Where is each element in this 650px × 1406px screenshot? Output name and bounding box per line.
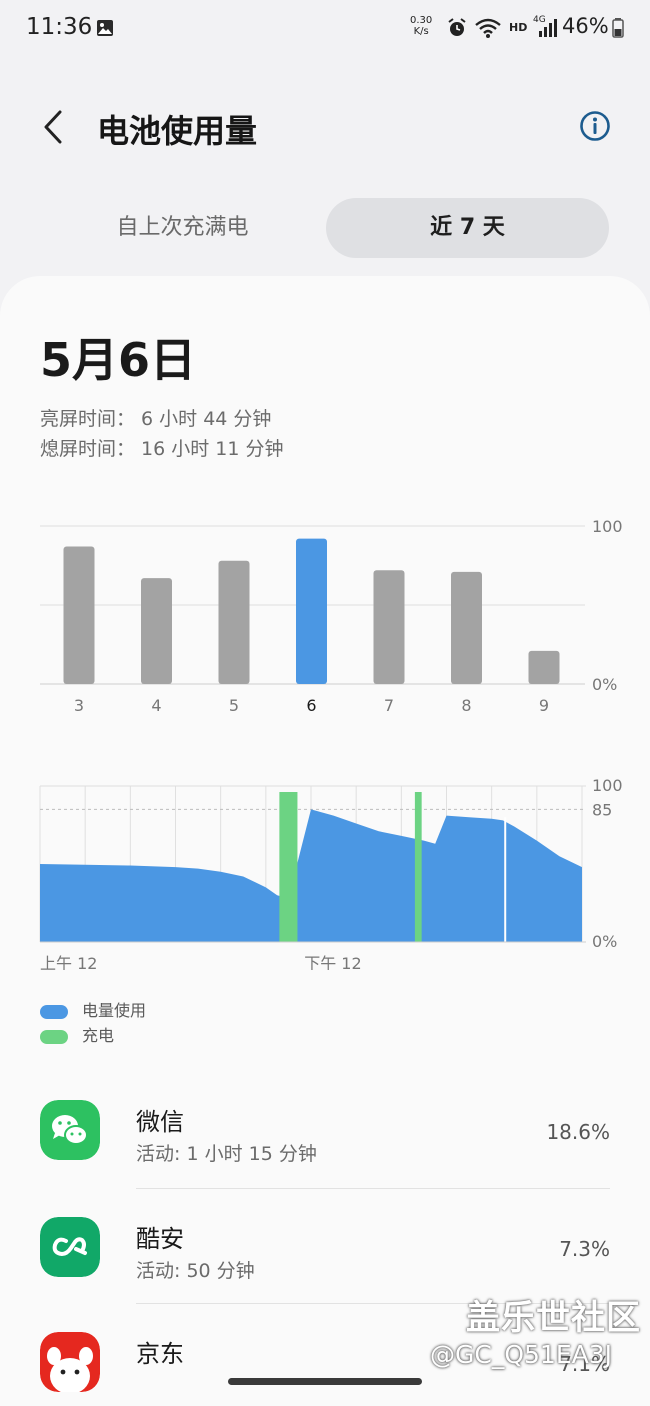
x-tick-label[interactable]: 9 bbox=[539, 696, 549, 715]
coolapk-icon bbox=[40, 1217, 100, 1277]
y-tick-label: 0% bbox=[592, 932, 617, 951]
tab-last-7-days[interactable]: 近 7 天 bbox=[326, 198, 609, 258]
x-tick-label[interactable]: 6 bbox=[306, 696, 316, 715]
app-name: 京东 bbox=[136, 1340, 184, 1368]
app-active-time: 活动: 1 小时 15 分钟 bbox=[136, 1143, 317, 1165]
x-tick-label[interactable]: 4 bbox=[151, 696, 161, 715]
legend-usage: 电量使用 bbox=[40, 997, 147, 1020]
bar-day-8 bbox=[451, 571, 482, 684]
jd-icon bbox=[40, 1332, 100, 1392]
list-item-coolapk[interactable]: 酷安 活动: 50 分钟 7.3% bbox=[0, 1189, 650, 1303]
watermark-user: @GC_Q51EA3J bbox=[430, 1340, 612, 1369]
bar-day-7 bbox=[373, 570, 405, 684]
x-tick-label: 上午 12 bbox=[40, 954, 97, 970]
x-tick-label: 下午 12 bbox=[304, 954, 361, 970]
info-button[interactable] bbox=[579, 110, 611, 142]
bar-day-5 bbox=[218, 560, 250, 684]
wifi-icon bbox=[475, 18, 501, 38]
charging-band bbox=[414, 792, 422, 942]
hd-indicator: HD bbox=[509, 21, 528, 34]
watermark-community: 盖乐世社区 bbox=[466, 1298, 641, 1338]
app-name: 微信 bbox=[136, 1108, 184, 1136]
alarm-icon bbox=[448, 18, 466, 36]
y-tick-label: 85 bbox=[592, 800, 612, 819]
battery-percent: 46% bbox=[562, 14, 609, 38]
selected-date: 5月6日 bbox=[40, 333, 197, 387]
legend-usage-label: 电量使用 bbox=[82, 1001, 147, 1020]
app-percent: 18.6% bbox=[546, 1120, 610, 1144]
y-tick-label: 100 bbox=[592, 517, 623, 536]
x-tick-label[interactable]: 5 bbox=[229, 696, 239, 715]
screen-on-time: 亮屏时间： 6 小时 44 分钟 bbox=[40, 408, 272, 430]
legend-charging-swatch bbox=[40, 1029, 68, 1044]
wechat-icon bbox=[40, 1100, 100, 1160]
app-name: 酷安 bbox=[136, 1225, 184, 1253]
usage-area bbox=[40, 809, 582, 942]
screen-off-time: 熄屏时间： 16 小时 11 分钟 bbox=[40, 438, 284, 460]
gallery-notification-icon bbox=[97, 20, 113, 36]
back-button[interactable] bbox=[38, 106, 68, 148]
y-tick-label: 0% bbox=[592, 675, 617, 694]
app-percent: 7.3% bbox=[559, 1237, 610, 1261]
tab-since-full-charge[interactable]: 自上次充满电 bbox=[40, 198, 325, 258]
app-active-time: 活动: 50 分钟 bbox=[136, 1260, 255, 1282]
legend-charging: 充电 bbox=[40, 1022, 115, 1045]
signal-icon bbox=[539, 19, 557, 37]
bar-day-4 bbox=[141, 578, 172, 684]
net-speed-unit: K/s bbox=[413, 26, 429, 37]
charging-band bbox=[279, 792, 298, 942]
battery-icon bbox=[612, 18, 624, 38]
bar-day-3 bbox=[63, 546, 95, 684]
legend-charging-label: 充电 bbox=[82, 1026, 115, 1045]
net-speed-value: 0.30 bbox=[410, 15, 433, 26]
bar-day-6 bbox=[296, 538, 327, 684]
legend-usage-swatch bbox=[40, 1004, 68, 1019]
page-title: 电池使用量 bbox=[97, 112, 258, 150]
y-tick-label: 100 bbox=[592, 776, 623, 795]
status-time: 11:36 bbox=[26, 14, 93, 40]
x-tick-label[interactable]: 7 bbox=[384, 696, 394, 715]
network-speed: 0.30 K/s bbox=[410, 15, 432, 37]
battery-charts: 100 0% 3 4 5 6 7 8 9 100 85 0% 上午 12 下午 12 bbox=[39, 517, 623, 970]
bar-day-9 bbox=[528, 650, 560, 684]
gesture-navigation-bar[interactable] bbox=[228, 1378, 422, 1385]
x-tick-label[interactable]: 8 bbox=[461, 696, 471, 715]
list-item-wechat[interactable]: 微信 活动: 1 小时 15 分钟 18.6% bbox=[0, 1078, 650, 1188]
x-tick-label[interactable]: 3 bbox=[74, 696, 84, 715]
status-bar: 11:36 0.30 K/s HD 4G 46% bbox=[0, 0, 650, 56]
